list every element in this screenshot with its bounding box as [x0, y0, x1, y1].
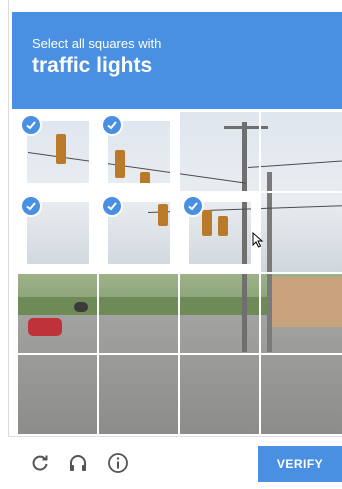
grid-tile-r2c4[interactable]: [261, 193, 341, 273]
grid-tile-r4c3[interactable]: [180, 355, 260, 434]
grid-tile-r1c4[interactable]: [261, 112, 341, 192]
grid-tile-r4c2[interactable]: [99, 355, 179, 434]
grid-tile-r4c4[interactable]: [261, 355, 341, 434]
grid-tile-r3c4[interactable]: [261, 274, 341, 354]
grid-divider: [18, 191, 342, 193]
instruction-text: Select all squares with: [32, 36, 162, 51]
checkmark-icon: [101, 195, 123, 217]
mouse-cursor-icon: [252, 231, 264, 253]
info-icon[interactable]: [106, 451, 130, 475]
grid-tile-r3c2[interactable]: [99, 274, 179, 354]
target-object-text: traffic lights: [32, 54, 153, 77]
reload-icon[interactable]: [28, 451, 52, 475]
captcha-header: Select all squares with traffic lights: [12, 12, 342, 109]
grid-divider: [18, 272, 342, 274]
grid-tile-r1c3[interactable]: [180, 112, 260, 192]
grid-tile-r3c1[interactable]: [18, 274, 98, 354]
verify-button[interactable]: VERIFY: [258, 446, 342, 482]
checkmark-icon: [20, 114, 42, 136]
grid-tile-r3c3[interactable]: [180, 274, 260, 354]
checkmark-icon: [182, 195, 204, 217]
headphones-icon[interactable]: [66, 451, 90, 475]
checkmark-icon: [101, 114, 123, 136]
checkmark-icon: [20, 195, 42, 217]
image-grid: [18, 112, 342, 434]
grid-divider: [18, 353, 342, 355]
grid-tile-r4c1[interactable]: [18, 355, 98, 434]
